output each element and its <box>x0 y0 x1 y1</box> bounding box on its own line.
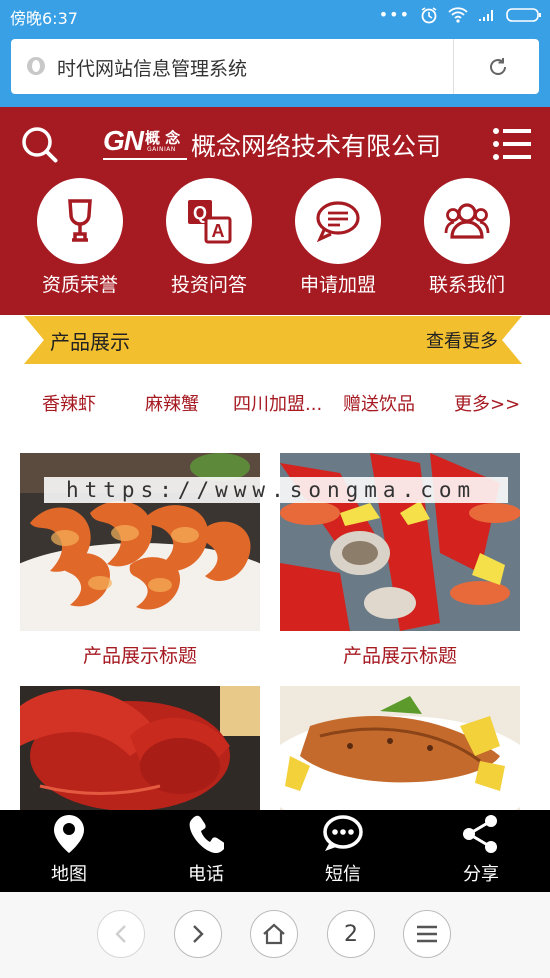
subcat-more[interactable]: 更多>> <box>454 390 520 416</box>
browser-toolbar: 2 <box>0 892 550 978</box>
trophy-icon <box>68 199 92 242</box>
home-button[interactable] <box>250 910 298 958</box>
chevron-left-icon <box>115 925 126 943</box>
nav-share[interactable]: 分享 <box>431 814 531 886</box>
nav-label: 分享 <box>463 864 499 885</box>
menu-icon[interactable] <box>492 127 532 161</box>
company-name: 概念网络技术有限公司 <box>191 132 442 161</box>
chevron-right-icon <box>193 925 204 943</box>
back-button[interactable] <box>97 910 145 958</box>
nav-phone[interactable]: 电话 <box>156 814 256 886</box>
watermark: https://www.songma.com <box>44 477 508 503</box>
share-icon <box>463 815 497 853</box>
site-header: GN 概 念 GAINIAN 概念网络技术有限公司 资质荣誉 QA 投资问答 申… <box>0 107 550 315</box>
signal-icon <box>479 9 493 21</box>
svg-text:A: A <box>212 221 225 241</box>
users-icon <box>444 203 490 239</box>
category-honors[interactable]: 资质荣誉 <box>35 178 125 297</box>
subcat-spicy-crab[interactable]: 麻辣蟹 <box>145 390 199 416</box>
home-icon <box>263 923 285 945</box>
nav-label: 地图 <box>51 864 87 885</box>
battery-icon <box>506 7 541 22</box>
category-label: 投资问答 <box>170 274 247 296</box>
category-circle: QA <box>166 178 252 264</box>
tabs-button[interactable]: 2 <box>327 910 375 958</box>
category-join[interactable]: 申请加盟 <box>293 178 383 297</box>
sms-icon <box>323 815 363 851</box>
category-qa[interactable]: QA 投资问答 <box>164 178 254 297</box>
search-icon[interactable] <box>20 125 60 165</box>
bottom-nav: 地图 电话 短信 分享 <box>0 810 550 892</box>
section-header: 产品展示 查看更多 <box>24 316 522 364</box>
forward-button[interactable] <box>174 910 222 958</box>
address-bar[interactable]: 时代网站信息管理系统 <box>11 39 539 94</box>
category-circle <box>37 178 123 264</box>
nav-sms[interactable]: 短信 <box>293 814 393 886</box>
address-divider <box>453 39 454 94</box>
map-pin-icon <box>54 815 84 853</box>
subcat-free-drinks[interactable]: 赠送饮品 <box>343 390 415 416</box>
nav-label: 短信 <box>325 864 361 885</box>
product-image-grilled-fish[interactable] <box>280 686 520 810</box>
qa-icon: QA <box>188 200 232 244</box>
logo-underline <box>103 158 187 160</box>
alarm-icon <box>421 6 437 23</box>
site-logo[interactable]: GN 概 念 GAINIAN 概念网络技术有限公司 <box>103 125 448 163</box>
site-globe-icon <box>27 57 45 75</box>
browser-menu-button[interactable] <box>403 910 451 958</box>
product-card[interactable] <box>20 686 260 810</box>
phone-icon <box>189 815 226 854</box>
product-image-lobster[interactable] <box>20 686 260 810</box>
category-label: 联系我们 <box>428 274 505 296</box>
chat-bubble-icon <box>316 201 360 242</box>
category-circle <box>295 178 381 264</box>
logo-pinyin: GAINIAN <box>147 146 176 153</box>
status-bar: 傍晚6:37 ••• <box>0 0 550 30</box>
more-dots-icon: ••• <box>378 5 410 24</box>
product-title[interactable]: 产品展示标题 <box>20 641 260 668</box>
status-time: 傍晚6:37 <box>10 9 78 28</box>
product-title[interactable]: 产品展示标题 <box>280 641 520 668</box>
section-title: 产品展示 <box>50 330 130 354</box>
category-label: 资质荣誉 <box>41 274 118 296</box>
reload-icon[interactable] <box>486 55 510 79</box>
category-circle <box>424 178 510 264</box>
category-label: 申请加盟 <box>299 274 376 296</box>
nav-map[interactable]: 地图 <box>19 814 119 886</box>
logo-small-chars: 概 念 <box>145 129 181 147</box>
hamburger-icon <box>417 925 437 943</box>
category-contact[interactable]: 联系我们 <box>422 178 512 297</box>
browser-address-area: 时代网站信息管理系统 <box>0 30 550 107</box>
view-more-link[interactable]: 查看更多 <box>426 327 498 353</box>
product-card[interactable] <box>280 686 520 810</box>
wifi-icon <box>448 6 468 23</box>
page-title: 时代网站信息管理系统 <box>57 58 248 80</box>
logo-mark: GN <box>103 125 144 156</box>
nav-label: 电话 <box>188 864 224 885</box>
subcat-spicy-shrimp[interactable]: 香辣虾 <box>42 390 96 416</box>
subcat-sichuan-join[interactable]: 四川加盟... <box>233 390 322 416</box>
tab-count: 2 <box>344 921 358 947</box>
